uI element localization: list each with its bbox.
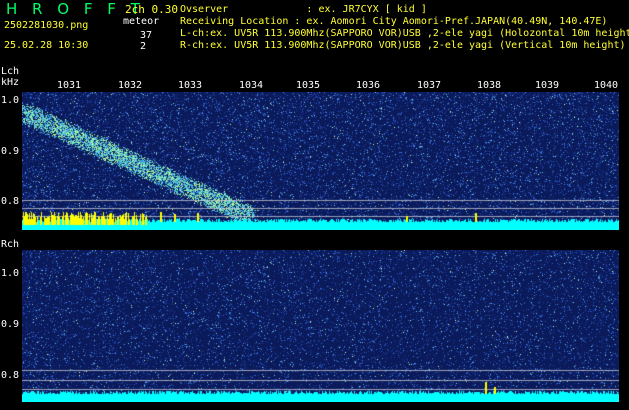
rch-waterfall-spectrogram (22, 250, 619, 402)
time-tick-1039: 1039 (535, 80, 560, 91)
lch-meteor-count: 37 (140, 30, 153, 41)
lch-unit-label: kHz (1, 77, 20, 88)
time-tick-1035: 1035 (296, 80, 321, 91)
meteor-label: meteor (123, 16, 160, 27)
rch-channel-label: Rch (1, 239, 20, 250)
location-line: Receiving Location : ex. Aomori City Aom… (180, 16, 608, 27)
lch-waterfall-spectrogram (22, 92, 619, 230)
time-tick-1038: 1038 (477, 80, 502, 91)
app-title: H R O F F T (6, 0, 145, 18)
time-tick-1033: 1033 (178, 80, 203, 91)
time-tick-1032: 1032 (118, 80, 143, 91)
lch-info-line: L-ch:ex. UV5R 113.900Mhz(SAPPORO VOR)USB… (180, 28, 629, 39)
lch-ytick-1-0: 1.0 (1, 95, 20, 106)
mode-label: 2ch 0.30 (125, 3, 178, 16)
lch-ytick-0-8: 0.8 (1, 196, 20, 207)
time-tick-1031: 1031 (57, 80, 82, 91)
time-tick-1040: 1040 (594, 80, 619, 91)
time-tick-1037: 1037 (417, 80, 442, 91)
lch-ytick-0-9: 0.9 (1, 146, 20, 157)
rch-info-line: R-ch:ex. UV5R 113.900Mhz(SAPPORO VOR)USB… (180, 40, 626, 51)
rch-ytick-1-0: 1.0 (1, 268, 20, 279)
time-tick-1036: 1036 (356, 80, 381, 91)
rch-ytick-0-9: 0.9 (1, 319, 20, 330)
rch-ytick-0-8: 0.8 (1, 370, 20, 381)
lch-channel-label: Lch (1, 66, 20, 77)
file-name: 2502281030.png (4, 20, 89, 31)
rch-meteor-count: 2 (140, 41, 147, 52)
date-time: 25.02.28 10:30 (4, 40, 89, 51)
observer-line: Ovserver : ex. JR7CYX [ kid ] (180, 4, 427, 15)
time-tick-1034: 1034 (239, 80, 264, 91)
